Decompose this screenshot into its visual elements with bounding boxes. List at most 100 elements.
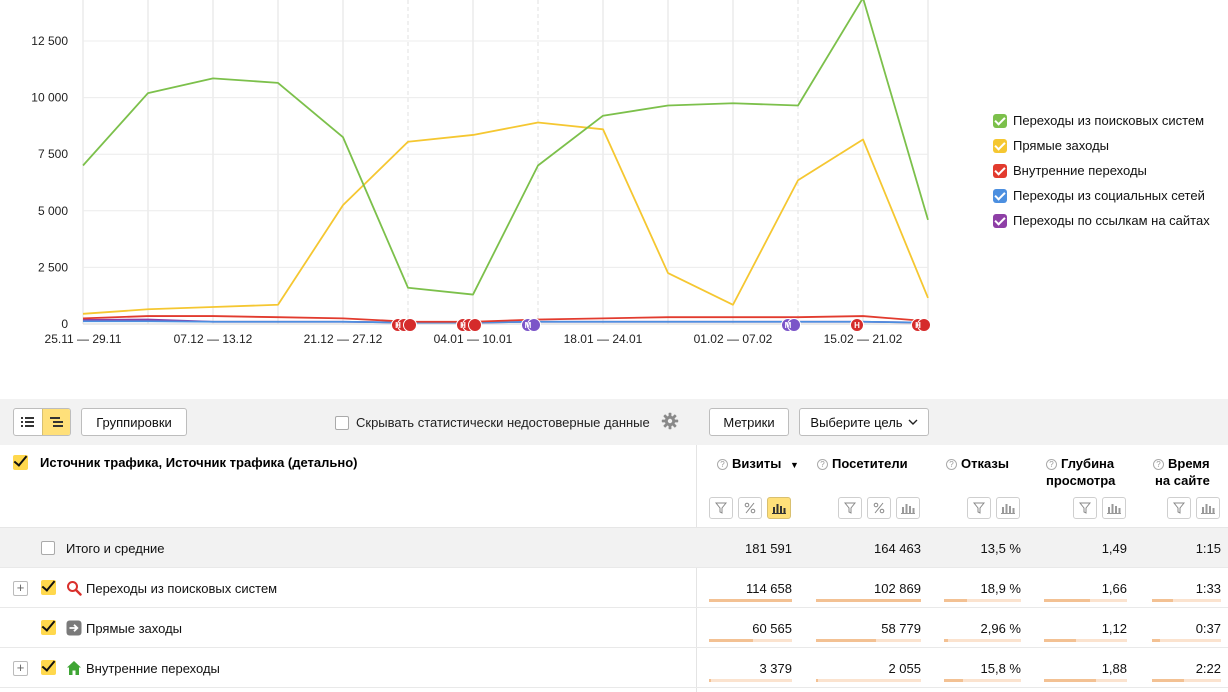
table-row[interactable]: + Переходы из поисковых систем 114 658 102 … — [0, 568, 1228, 608]
visits-bars-button[interactable] — [767, 497, 791, 519]
row-visitors: 58 779 — [881, 621, 921, 636]
hide-unreliable-toggle[interactable]: Скрывать статистически недостоверные дан… — [335, 415, 650, 430]
row-visitors-bar-fill — [816, 679, 818, 682]
row-time: 0:37 — [1195, 621, 1221, 636]
time-header[interactable]: ? Время на сайте — [1153, 455, 1210, 489]
row-bounces: 15,8 % — [980, 661, 1021, 676]
visitors-filter-button[interactable] — [838, 497, 862, 519]
bounces-header[interactable]: ? Отказы — [946, 455, 1009, 472]
select-all-checkbox[interactable] — [13, 455, 28, 470]
dimension-header: Источник трафика, Источник трафика (дета… — [13, 455, 358, 470]
visitors-bars-button[interactable] — [896, 497, 920, 519]
legend-item[interactable]: Прямые заходы — [993, 133, 1210, 158]
hide-unreliable-checkbox[interactable] — [335, 415, 349, 430]
legend-item[interactable]: Переходы по ссылкам на сайтах — [993, 208, 1210, 233]
help-icon[interactable]: ? — [817, 459, 828, 470]
visits-filter-button[interactable] — [709, 497, 733, 519]
percent-icon — [744, 502, 756, 514]
list-view-button[interactable] — [14, 409, 42, 435]
depth-header[interactable]: ? Глубина просмотра — [1046, 455, 1115, 489]
row-label[interactable]: Внутренние переходы — [86, 661, 220, 676]
legend-label: Переходы из поисковых систем — [1013, 113, 1205, 128]
bar-chart-icon — [772, 504, 786, 514]
y-tick-label: 12 500 — [31, 34, 68, 48]
row-checkbox[interactable] — [41, 620, 56, 635]
expand-button[interactable]: + — [13, 661, 28, 676]
visits-header-label: Визиты — [732, 456, 782, 471]
visitors-percent-button[interactable] — [867, 497, 891, 519]
depth-header-label: Глубина — [1061, 456, 1115, 471]
row-visitors-bar-fill — [816, 639, 876, 642]
filter-icon — [1173, 502, 1185, 514]
row-depth-bar-fill — [1044, 639, 1076, 642]
depth-filter-button[interactable] — [1073, 497, 1097, 519]
row-time-bar-fill — [1152, 639, 1160, 642]
row-time-bar-fill — [1152, 679, 1184, 682]
bounces-bars-button[interactable] — [996, 497, 1020, 519]
legend-checkbox[interactable] — [993, 213, 1007, 228]
time-bars-button[interactable] — [1196, 497, 1220, 519]
report-toolbar: Группировки Скрывать статистически недос… — [0, 399, 1228, 445]
legend-checkbox[interactable] — [993, 113, 1007, 128]
filter-icon — [844, 502, 856, 514]
time-filter-button[interactable] — [1167, 497, 1191, 519]
row-label[interactable]: Переходы из поисковых систем — [86, 581, 277, 596]
legend-item[interactable]: Внутренние переходы — [993, 158, 1210, 183]
x-tick-label: 21.12 — 27.12 — [304, 332, 383, 346]
legend-checkbox[interactable] — [993, 138, 1007, 153]
table-row[interactable]: + Внутренние переходы 3 379 2 055 15,8 % 1,88… — [0, 648, 1228, 688]
row-depth: 1,66 — [1101, 581, 1127, 596]
legend-item[interactable]: Переходы из поисковых систем — [993, 108, 1210, 133]
view-toggle — [13, 408, 71, 436]
bounces-header-label: Отказы — [961, 456, 1009, 471]
tree-view-button[interactable] — [41, 409, 70, 435]
goal-select-label: Выберите цель — [810, 414, 903, 430]
row-visits-bar — [709, 599, 792, 602]
legend-item[interactable]: Переходы из социальных сетей — [993, 183, 1210, 208]
row-checkbox[interactable] — [41, 660, 56, 675]
legend-checkbox[interactable] — [993, 163, 1007, 178]
help-icon[interactable]: ? — [717, 459, 728, 470]
row-visits-bar-fill — [709, 599, 792, 602]
event-marker — [468, 318, 482, 332]
row-visits-bar-fill — [709, 639, 753, 642]
visits-header[interactable]: ? Визиты ▼ — [717, 455, 799, 474]
bar-chart-icon — [1001, 504, 1015, 514]
expand-button[interactable]: + — [13, 581, 28, 596]
event-marker — [403, 318, 417, 332]
help-icon[interactable]: ? — [1153, 459, 1164, 470]
groupings-button[interactable]: Группировки — [81, 408, 187, 436]
traffic-line-chart: 0 2 500 5 000 7 500 10 000 12 500 25.11 — 29.1… — [31, 0, 931, 346]
help-icon[interactable]: ? — [1046, 459, 1057, 470]
bar-chart-icon — [1107, 504, 1121, 514]
row-time: 2:22 — [1195, 661, 1221, 676]
row-checkbox[interactable] — [41, 580, 56, 595]
metrics-button[interactable]: Метрики — [709, 408, 789, 436]
row-visits: 60 565 — [752, 621, 792, 636]
list-icon — [21, 417, 35, 427]
event-marker-label: Н — [460, 321, 466, 330]
totals-time: 1:15 — [1195, 541, 1221, 556]
row-label[interactable]: Прямые заходы — [86, 621, 182, 636]
gear-icon[interactable] — [661, 412, 679, 430]
row-visits-bar — [709, 639, 792, 642]
row-depth-bar-fill — [1044, 679, 1096, 682]
totals-checkbox[interactable] — [41, 541, 55, 555]
row-bounces: 18,9 % — [980, 581, 1021, 596]
table-header: Источник трафика, Источник трафика (дета… — [0, 445, 1228, 528]
depth-bars-button[interactable] — [1102, 497, 1126, 519]
goal-select[interactable]: Выберите цель — [799, 408, 929, 436]
bounces-filter-button[interactable] — [967, 497, 991, 519]
visitors-header[interactable]: ? Посетители — [817, 455, 908, 472]
row-depth: 1,12 — [1101, 621, 1127, 636]
row-bounces-bar — [944, 639, 1021, 642]
legend-checkbox[interactable] — [993, 188, 1007, 203]
visits-percent-button[interactable] — [738, 497, 762, 519]
visitors-header-label: Посетители — [832, 456, 908, 471]
table-row[interactable]: Прямые заходы 60 565 58 779 2,96 % 1,12 0:37 — [0, 608, 1228, 648]
help-icon[interactable]: ? — [946, 459, 957, 470]
row-bounces-bar-fill — [944, 679, 963, 682]
x-tick-label: 07.12 — 13.12 — [174, 332, 253, 346]
table-body: + Переходы из поисковых систем 114 658 102 … — [0, 568, 1228, 688]
event-marker-label: Н — [915, 321, 921, 330]
